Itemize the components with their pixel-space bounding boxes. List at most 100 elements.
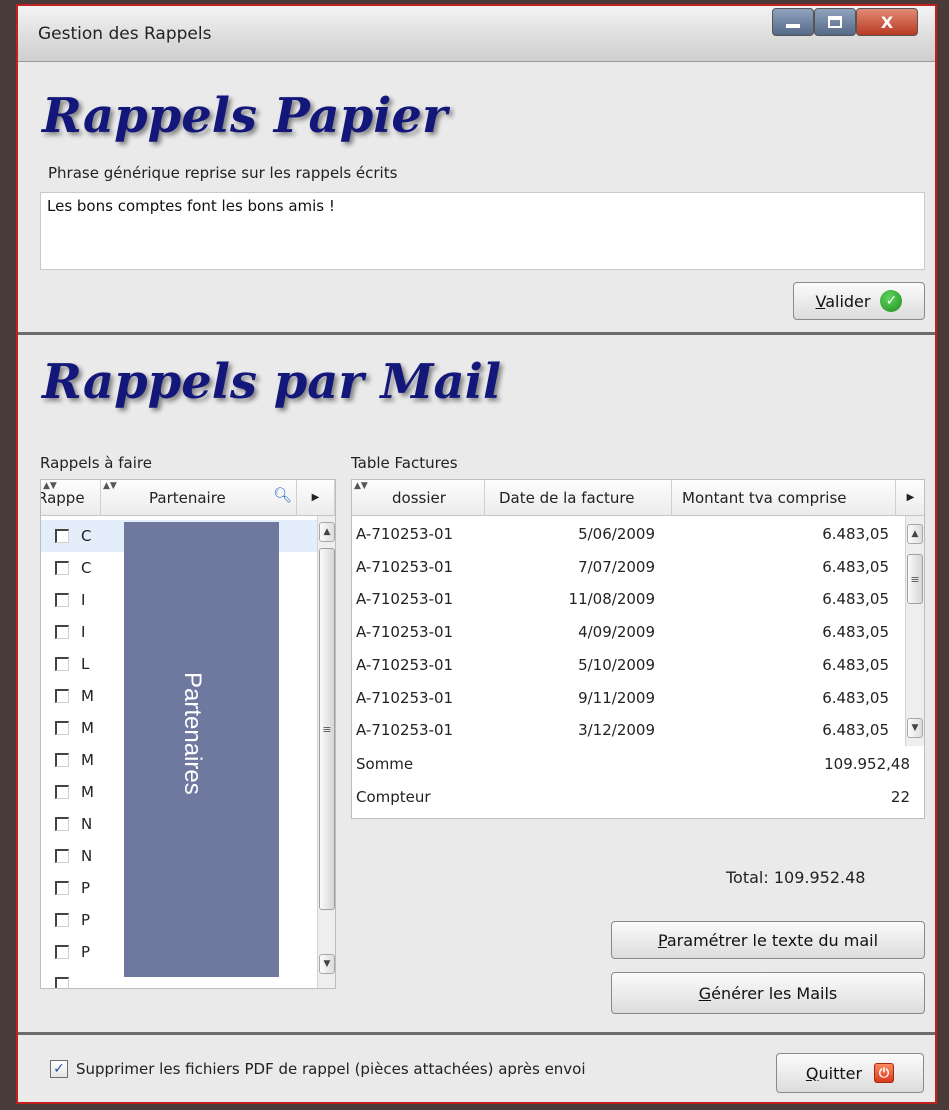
invoices-table-label: Table Factures [351, 454, 458, 472]
redacted-partners-block: Partenaires [124, 522, 279, 977]
reminder-checkbox[interactable] [55, 785, 69, 799]
paper-heading: Rappels Papier [42, 88, 448, 144]
quit-label: Quitter [805, 1063, 863, 1083]
generate-mails-button[interactable]: Générer les Mails [611, 972, 925, 1014]
invoice-amount: 6.483,05 [822, 721, 889, 740]
table-row[interactable]: A-710253-01 3/12/2009 6.483,05 [352, 714, 905, 746]
power-icon: ⏻ [874, 1063, 895, 1083]
invoice-amount: 6.483,05 [822, 688, 889, 707]
sum-row: Somme 109.952,48 [352, 748, 910, 780]
reminder-checkbox[interactable] [55, 977, 69, 988]
reminder-checkbox[interactable] [55, 753, 69, 767]
delete-pdf-label: Supprimer les fichiers PDF de rappel (pi… [76, 1060, 586, 1078]
table-row[interactable]: A-710253-01 4/09/2009 6.483,05 [352, 616, 905, 648]
reminder-checkbox[interactable] [55, 625, 69, 639]
mail-heading: Rappels par Mail [42, 354, 502, 410]
partner-name: M [81, 687, 94, 705]
column-menu-button[interactable]: ▶ [896, 480, 924, 516]
paper-phrase-input[interactable]: Les bons comptes font les bons amis ! [40, 192, 925, 270]
table-row[interactable]: A-710253-01 5/06/2009 6.483,05 [352, 518, 905, 550]
scroll-down-button[interactable]: ▼ [319, 954, 335, 974]
quit-button[interactable]: Quitter ⏻ [776, 1053, 924, 1093]
reminder-checkbox[interactable] [55, 721, 69, 735]
scroll-up-button[interactable]: ▲ [319, 522, 335, 542]
reminder-checkbox[interactable] [55, 881, 69, 895]
configure-mail-text-button[interactable]: Paramétrer le texte du mail [611, 921, 925, 959]
column-header-date[interactable]: Date de la facture [485, 480, 672, 516]
reminder-checkbox[interactable] [55, 593, 69, 607]
search-icon[interactable]: 🔍︎ [273, 486, 292, 504]
paper-field-label: Phrase générique reprise sur les rappels… [48, 164, 398, 182]
reminder-checkbox[interactable] [55, 689, 69, 703]
reminder-checkbox[interactable] [55, 561, 69, 575]
invoice-dossier: A-710253-01 [356, 688, 454, 707]
column-header-partenaire[interactable]: ▲▼ Partenaire 🔍︎ [101, 480, 297, 516]
reminder-checkbox[interactable] [55, 657, 69, 671]
sort-icon: ▲▼ [103, 481, 117, 491]
sum-value: 109.952,48 [824, 755, 910, 773]
validate-button[interactable]: Valider ✓ [793, 282, 925, 320]
generate-mails-label: Générer les Mails [698, 983, 838, 1003]
table-row[interactable]: A-710253-01 7/07/2009 6.483,05 [352, 551, 905, 583]
invoice-date: 4/09/2009 [578, 623, 655, 642]
scroll-thumb[interactable]: ≡ [907, 554, 923, 604]
reminder-checkbox[interactable] [55, 817, 69, 831]
partner-name: P [81, 879, 91, 897]
title-bar: Gestion des Rappels X [18, 6, 935, 62]
invoice-dossier: A-710253-01 [356, 655, 454, 674]
partner-name: C [81, 559, 92, 577]
column-header-montant[interactable]: Montant tva comprise [672, 480, 896, 516]
column-header-rappel[interactable]: ▲▼ Rappe [41, 480, 101, 516]
maximize-icon [828, 16, 842, 28]
main-window: Gestion des Rappels X Rappels Papier Phr… [16, 4, 937, 1104]
invoice-amount: 6.483,05 [822, 557, 889, 576]
invoice-date: 5/10/2009 [578, 655, 655, 674]
counter-row: Compteur 22 [352, 781, 910, 813]
partner-name: L [81, 655, 90, 673]
total-text: Total: 109.952.48 [726, 868, 866, 887]
reminder-checkbox[interactable] [55, 913, 69, 927]
invoice-date: 7/07/2009 [578, 557, 655, 576]
table-row[interactable]: A-710253-01 5/10/2009 6.483,05 [352, 649, 905, 681]
invoice-date: 11/08/2009 [568, 590, 655, 609]
table-row[interactable]: A-710253-01 9/11/2009 6.483,05 [352, 682, 905, 714]
footer-divider [18, 1032, 935, 1035]
counter-label: Compteur [356, 788, 431, 806]
column-header-dossier[interactable]: ▲▼ dossier [352, 480, 485, 516]
scroll-thumb[interactable]: ≡ [319, 548, 335, 910]
invoice-dossier: A-710253-01 [356, 721, 454, 740]
minimize-button[interactable] [772, 8, 814, 36]
reminders-to-do-label: Rappels à faire [40, 454, 152, 472]
validate-label: Valider [815, 291, 871, 311]
scroll-down-button[interactable]: ▼ [907, 718, 923, 738]
column-menu-button[interactable]: ▶ [297, 480, 335, 516]
counter-value: 22 [890, 788, 910, 806]
invoice-dossier: A-710253-01 [356, 590, 454, 609]
partner-name: N [81, 815, 93, 833]
invoice-amount: 6.483,05 [822, 525, 889, 543]
configure-mail-text-label: Paramétrer le texte du mail [657, 930, 879, 950]
reminders-scrollbar[interactable]: ▲ ≡ ▼ [317, 516, 335, 988]
scroll-up-button[interactable]: ▲ [907, 524, 923, 544]
reminder-checkbox[interactable] [55, 849, 69, 863]
table-row[interactable]: A-710253-01 11/08/2009 6.483,05 [352, 583, 905, 615]
chevron-right-icon: ▶ [311, 492, 320, 503]
reminder-checkbox[interactable] [55, 945, 69, 959]
window-title: Gestion des Rappels [38, 24, 212, 44]
maximize-button[interactable] [814, 8, 856, 36]
partner-name: N [81, 847, 93, 865]
chevron-right-icon: ▶ [906, 492, 915, 503]
invoice-dossier: A-710253-01 [356, 525, 454, 543]
close-button[interactable]: X [856, 8, 918, 36]
checkmark-icon: ✓ [53, 1061, 65, 1077]
partner-name: M [81, 751, 94, 769]
invoices-scrollbar[interactable]: ▲ ≡ ▼ [905, 516, 924, 746]
sum-label: Somme [356, 755, 414, 773]
invoices-grid[interactable]: ▲▼ dossier Date de la facture Montant tv… [351, 479, 925, 819]
delete-pdf-checkbox[interactable]: ✓ [50, 1060, 68, 1078]
partner-name: M [81, 719, 94, 737]
reminder-checkbox[interactable] [55, 529, 69, 543]
invoice-date: 5/06/2009 [578, 525, 655, 543]
invoice-date: 9/11/2009 [578, 688, 655, 707]
close-icon: X [880, 12, 894, 32]
